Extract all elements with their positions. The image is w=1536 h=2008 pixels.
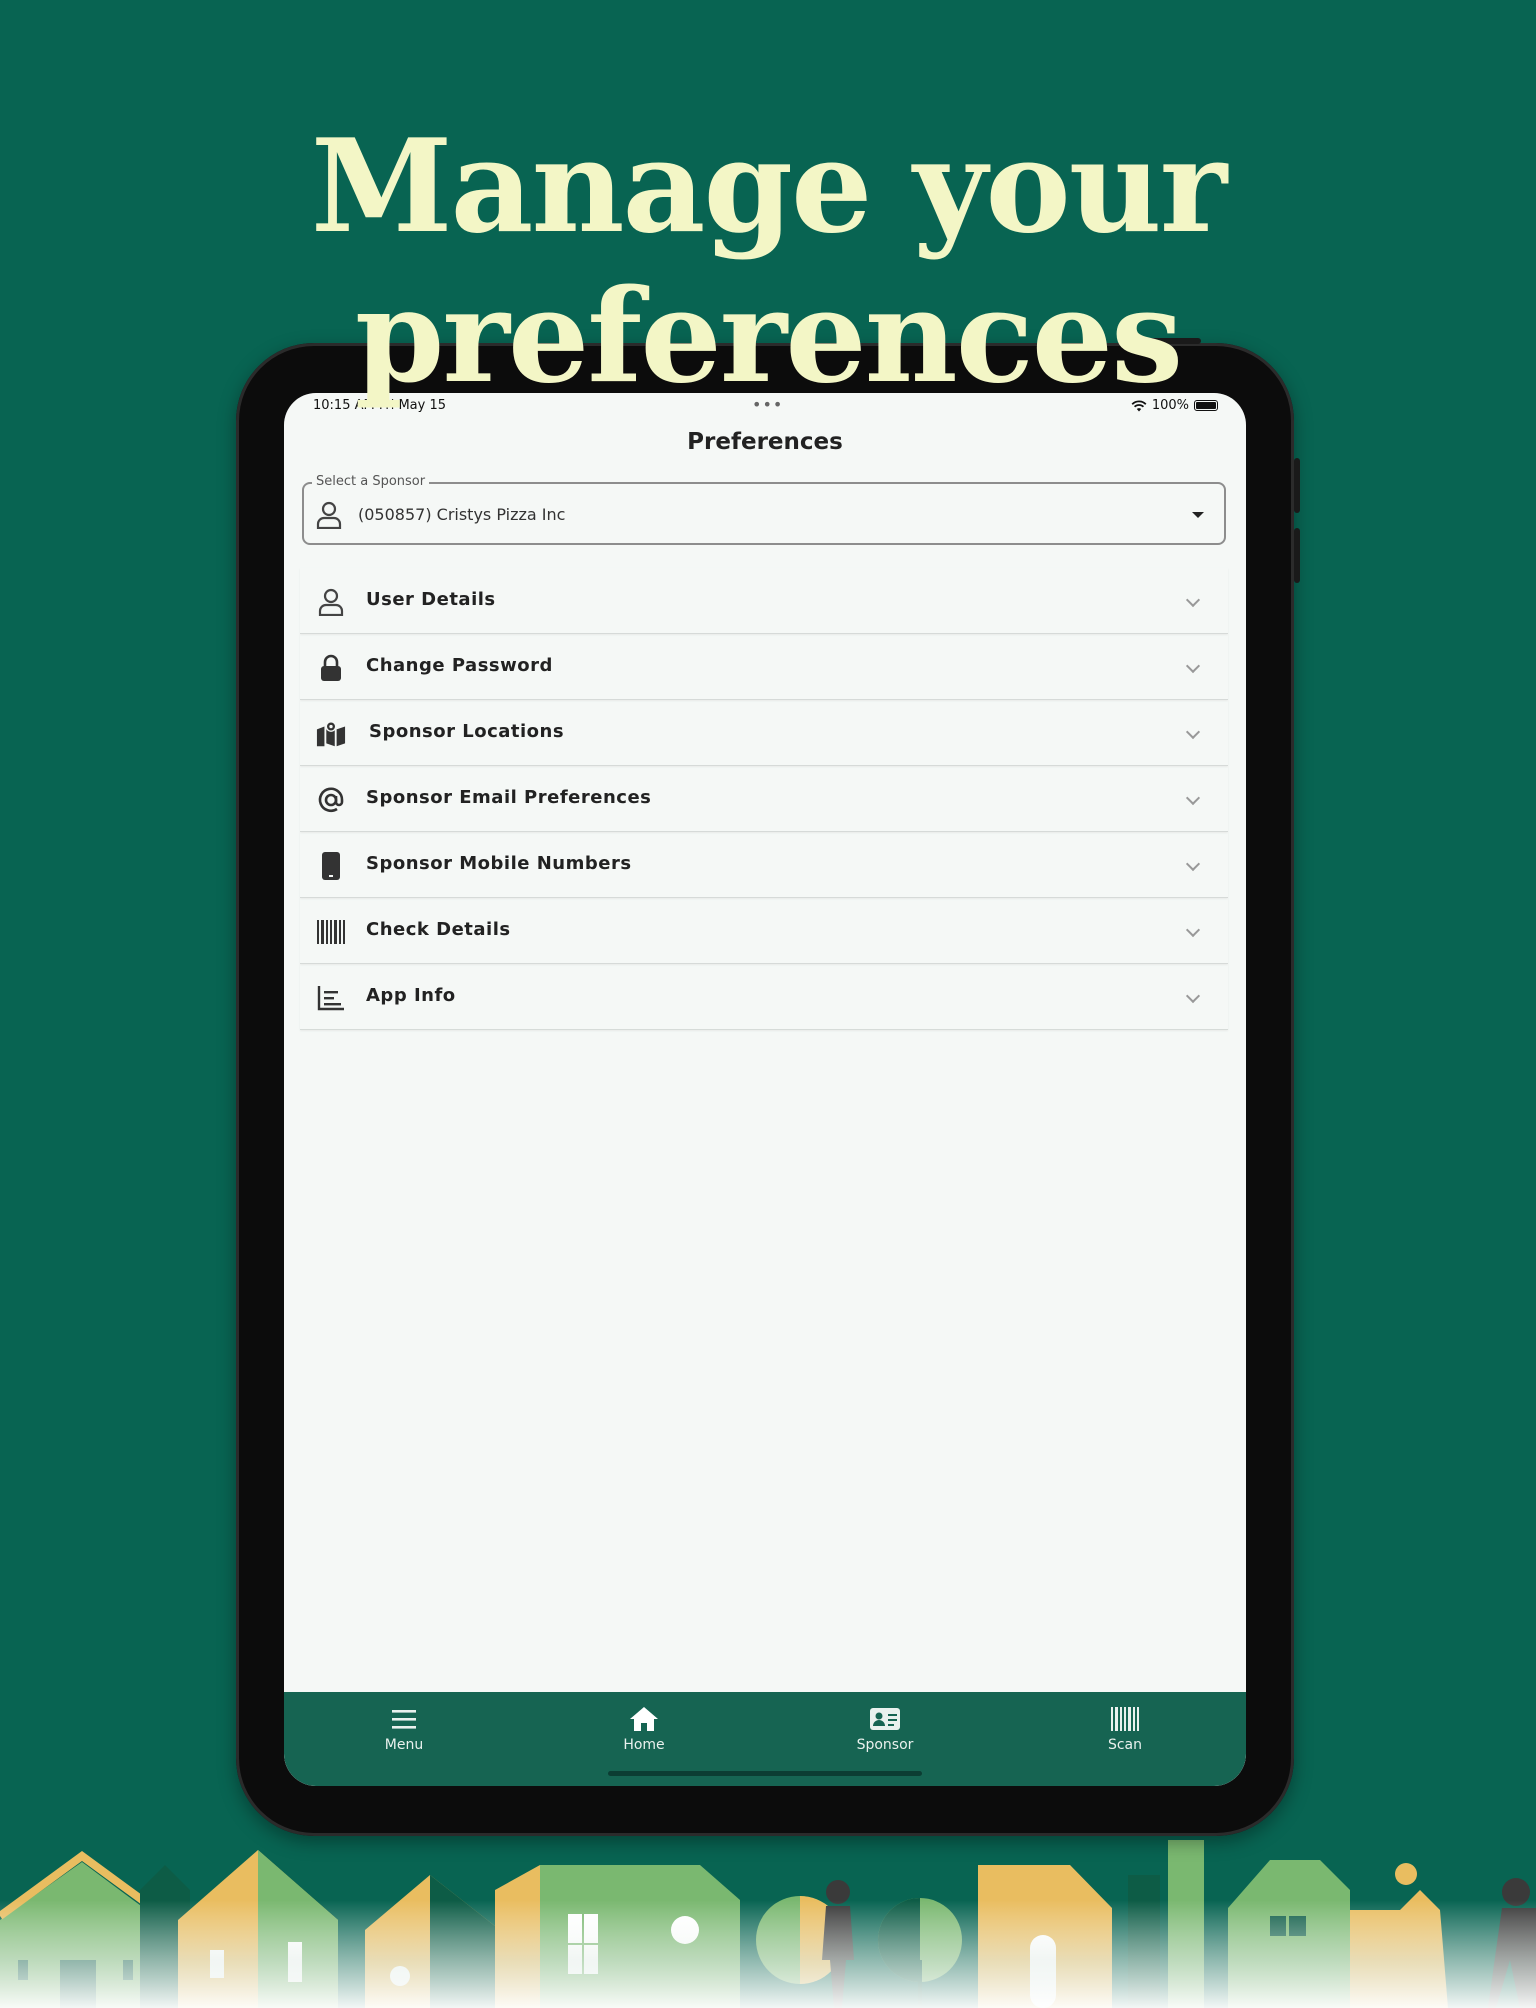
section-label: Sponsor Mobile Numbers [366, 853, 632, 874]
nav-sponsor[interactable]: Sponsor [825, 1702, 945, 1753]
preferences-accordion: User Details Change Password Sponsor Loc… [300, 568, 1228, 1030]
sponsor-select-value: (050857) Cristys Pizza Inc [358, 505, 566, 524]
nav-scan[interactable]: Scan [1065, 1702, 1185, 1753]
section-sponsor-locations[interactable]: Sponsor Locations [300, 700, 1228, 766]
section-sponsor-email-preferences[interactable]: Sponsor Email Preferences [300, 766, 1228, 832]
map-icon [316, 719, 346, 749]
section-label: Check Details [366, 919, 511, 940]
chevron-down-icon [1185, 988, 1201, 1004]
section-sponsor-mobile-numbers[interactable]: Sponsor Mobile Numbers [300, 832, 1228, 898]
nav-label: Home [623, 1737, 665, 1753]
lock-icon [316, 653, 346, 683]
phone-icon [316, 851, 346, 881]
chevron-down-icon [1185, 658, 1201, 674]
headline-line-1: Manage your [310, 112, 1227, 262]
home-indicator[interactable] [608, 1771, 922, 1776]
nav-label: Sponsor [856, 1737, 914, 1753]
tablet-frame: 10:15 AM Fri May 15 ••• 100% Preferences… [236, 338, 1300, 1836]
section-user-details[interactable]: User Details [300, 568, 1228, 634]
sponsor-select-label: Select a Sponsor [312, 474, 430, 489]
volume-up-button [1294, 458, 1300, 513]
section-label: Sponsor Locations [369, 721, 565, 742]
at-icon [316, 785, 346, 815]
section-label: App Info [366, 985, 456, 1006]
section-check-details[interactable]: Check Details [300, 898, 1228, 964]
chevron-down-icon [1185, 856, 1201, 872]
nav-label: Scan [1107, 1737, 1143, 1753]
user-icon [316, 587, 346, 617]
section-change-password[interactable]: Change Password [300, 634, 1228, 700]
bottom-nav: Menu Home Sponsor Scan [284, 1692, 1246, 1786]
id-card-icon [870, 1708, 900, 1730]
section-app-info[interactable]: App Info [300, 964, 1228, 1030]
person-icon [316, 501, 342, 529]
nav-home[interactable]: Home [584, 1702, 704, 1753]
town-illustration [0, 1840, 1536, 2008]
headline-line-2: preferences [354, 262, 1183, 412]
chevron-down-icon [1185, 922, 1201, 938]
nav-label: Menu [384, 1737, 424, 1753]
volume-down-button [1294, 528, 1300, 583]
nav-menu[interactable]: Menu [344, 1702, 464, 1753]
barcode-icon [316, 917, 346, 947]
home-icon [630, 1707, 658, 1731]
chevron-down-icon [1185, 724, 1201, 740]
menu-icon [392, 1710, 416, 1729]
section-label: Change Password [366, 655, 553, 676]
barcode-icon [1111, 1707, 1139, 1731]
list-chart-icon [316, 983, 346, 1013]
section-label: Sponsor Email Preferences [366, 787, 652, 808]
sponsor-select[interactable]: Select a Sponsor (050857) Cristys Pizza … [302, 474, 1226, 545]
chevron-down-icon [1185, 592, 1201, 608]
app-screen: 10:15 AM Fri May 15 ••• 100% Preferences… [284, 393, 1246, 1786]
dropdown-arrow-icon[interactable] [1192, 512, 1204, 518]
chevron-down-icon [1185, 790, 1201, 806]
page-title: Preferences [687, 429, 843, 455]
section-label: User Details [366, 589, 496, 610]
